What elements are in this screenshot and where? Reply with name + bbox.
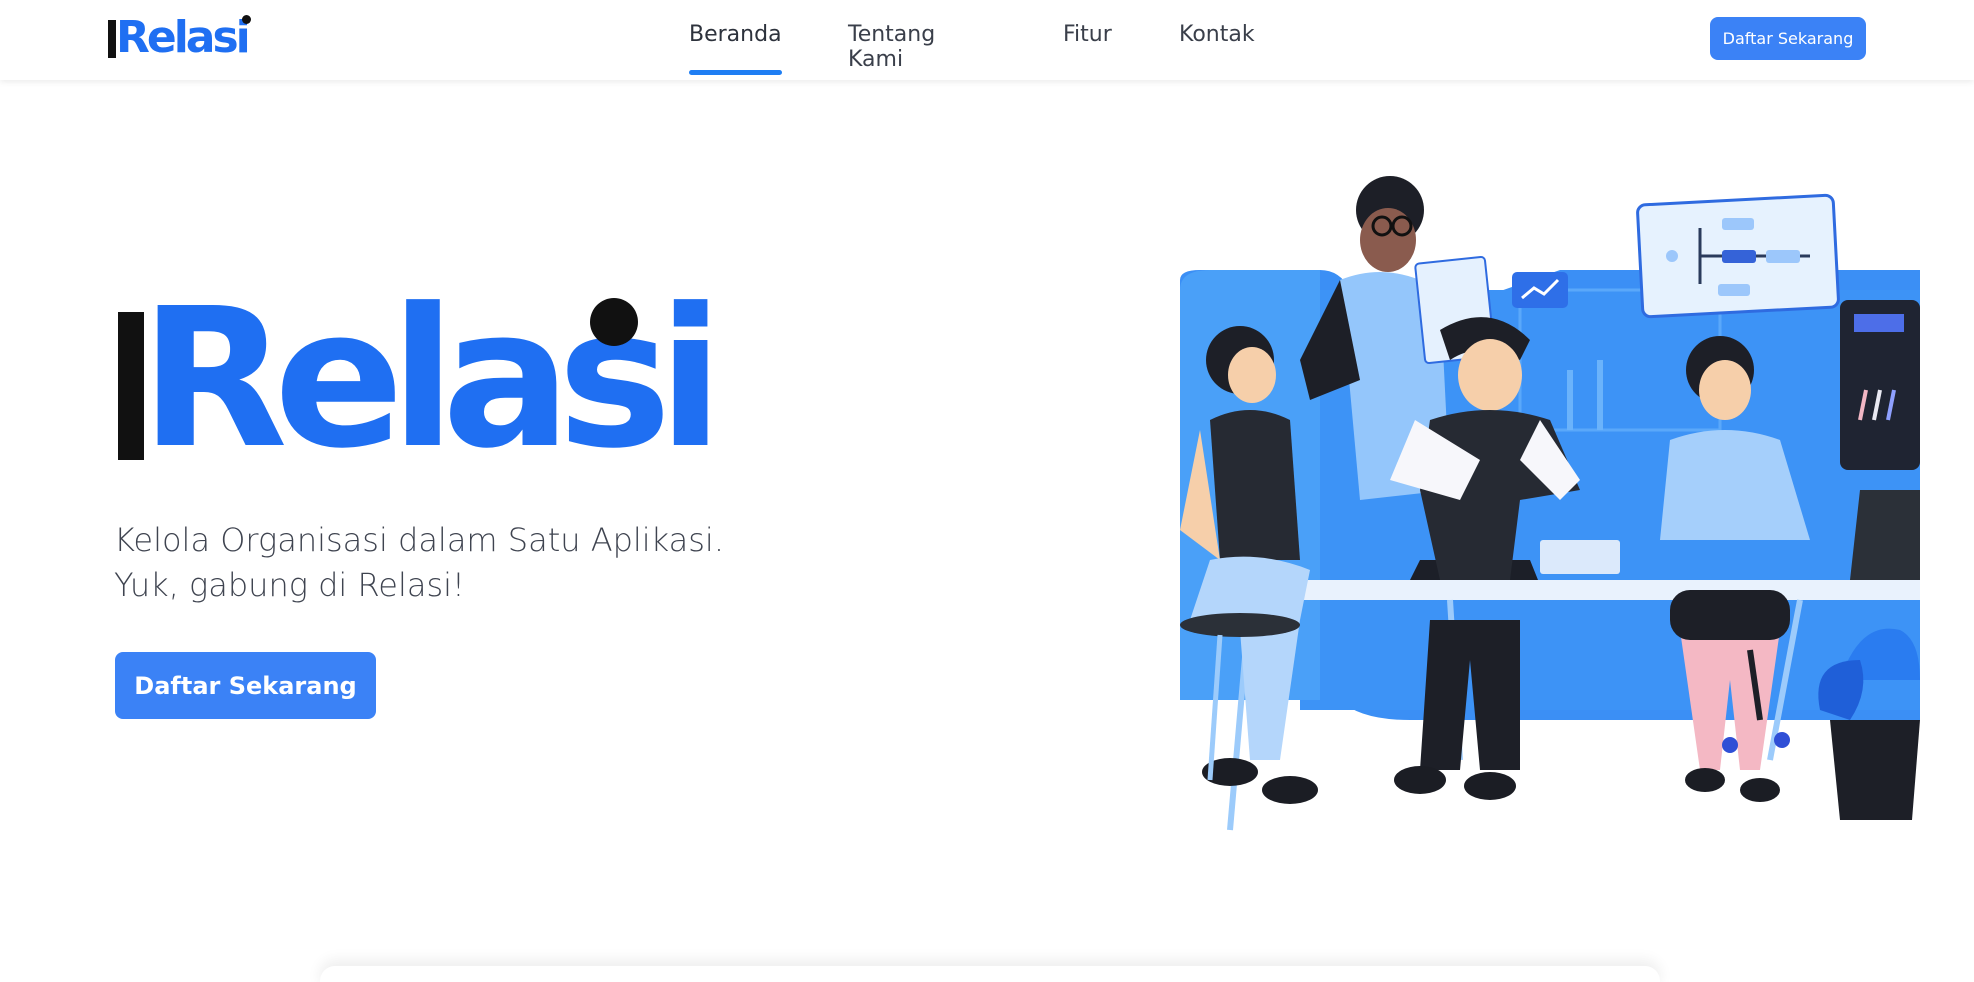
team-meeting-illustration (1180, 176, 1920, 831)
logo-dot (241, 15, 251, 24)
logo-bar-mark (108, 20, 116, 58)
nav-item-label: Kontak (1179, 22, 1255, 47)
tagline-line-1: Kelola Organisasi dalam Satu Aplikasi. (114, 521, 724, 559)
header-logo[interactable]: Relasi (108, 12, 251, 60)
hero-logo-dot (590, 298, 638, 346)
nav-item-label: Fitur (1063, 22, 1112, 47)
nav-item-label: Beranda (689, 22, 782, 47)
section-divider (320, 966, 1660, 982)
logo-wordmark: Relasi (116, 15, 251, 60)
nav-item-beranda[interactable]: Beranda (689, 22, 782, 75)
nav-item-fitur[interactable]: Fitur (1063, 22, 1112, 47)
nav-item-label: Tentang Kami (848, 22, 936, 72)
hero-register-button[interactable]: Daftar Sekarang (115, 652, 376, 719)
site-header: Relasi Beranda Tentang Kami Fitur Kontak… (0, 0, 1974, 80)
tagline-line-2: Yuk, gabung di Relasi! (114, 566, 465, 604)
header-register-button[interactable]: Daftar Sekarang (1710, 17, 1866, 60)
hero-tagline: Kelola Organisasi dalam Satu Aplikasi. Y… (114, 518, 754, 608)
nav-item-kontak[interactable]: Kontak (1179, 22, 1255, 47)
nav-item-tentang-kami[interactable]: Tentang Kami (848, 22, 935, 72)
logo-text: Relasi (116, 12, 251, 63)
active-nav-underline (689, 70, 782, 75)
whiteboard-icon (1636, 193, 1840, 319)
trend-chart-icon (1512, 272, 1568, 308)
hero-logo: Relasi (116, 284, 724, 476)
